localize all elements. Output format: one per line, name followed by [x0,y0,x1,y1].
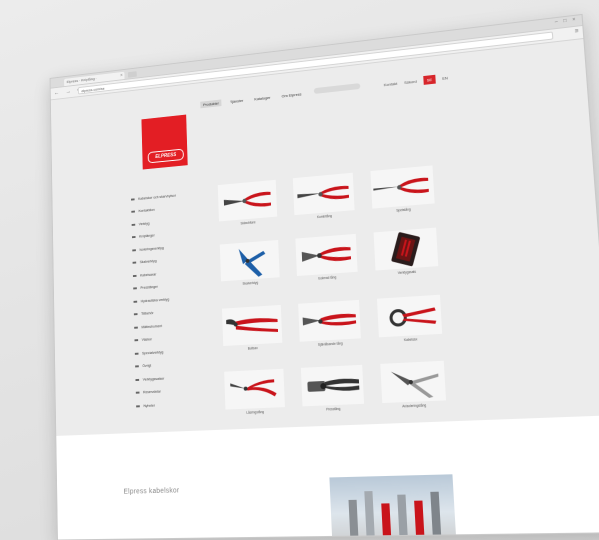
product-card[interactable]: Spetstång [370,165,435,220]
search-link[interactable]: Sökord [404,79,417,85]
bullet-icon [131,210,136,214]
product-card[interactable]: Låsringstång [224,368,286,422]
bullet-icon [134,338,139,342]
top-navigation: Produkter Tjänster Kataloger Om Elpress [200,90,305,109]
logo-text: ELPRESS [147,148,184,164]
bullet-icon [134,325,139,329]
pliers-image [370,165,435,209]
sidebar-item[interactable]: Nyheter [136,395,233,413]
browser-window: Elpress · Kniptång · × – □ × ← → ⟳ elpre… [49,13,599,540]
new-tab-button[interactable] [127,71,137,78]
pliers-image [295,233,358,277]
product-caption[interactable]: Avisoleringstång [382,402,446,409]
tool-case-image [373,227,439,271]
product-card[interactable]: Kabelsax [376,294,443,350]
lower-section: Elpress kabelskor [56,415,599,540]
wire-stripper-image [219,239,280,282]
locking-pliers-image [298,299,361,342]
product-card[interactable]: Avisoleringstång [380,360,447,416]
bullet-icon [132,274,138,278]
bolt-cutter-image [221,304,283,347]
bullet-icon [131,222,137,226]
product-card[interactable]: Presstång [300,364,365,419]
bullet-icon [133,299,139,303]
search-input[interactable] [313,83,361,94]
nav-item-products[interactable]: Produkter [200,99,222,109]
bullet-icon [133,287,138,291]
product-caption[interactable]: Självlåsande tång [300,340,361,347]
product-caption[interactable]: Bultsax [223,345,282,352]
product-card[interactable]: Isolerad tång [295,233,358,288]
product-card[interactable]: Bultsax [221,304,283,358]
bullet-icon [134,351,140,355]
bullet-icon [135,391,141,395]
product-card[interactable]: Självlåsande tång [298,299,361,354]
nav-item-about[interactable]: Om Elpress [279,90,305,99]
nav-item-services[interactable]: Tjänster [227,97,246,106]
bullet-icon [135,365,140,369]
top-right-links: Kontakt Sökord SE EN [384,73,449,89]
stripping-pliers-image [380,360,447,404]
pliers-image [292,172,355,216]
product-grid: Sidavbitare Kombitång Spetstång Skalverk… [217,165,447,415]
crimping-tool-image [300,364,365,407]
section-title: Elpress kabelskor [123,487,180,496]
nav-item-catalogs[interactable]: Kataloger [251,94,273,103]
web-page: Produkter Tjänster Kataloger Om Elpress … [50,39,599,540]
bullet-icon [131,235,137,239]
product-card[interactable]: Verktygssats [373,227,439,283]
product-caption[interactable]: Kabelsax [379,336,443,344]
menu-icon[interactable]: ≡ [574,29,578,35]
close-icon[interactable]: × [120,72,123,80]
lang-active-button[interactable]: SE [423,74,436,85]
sidebar: Kabelskor och skarvhylsor Kontaktdon Ver… [131,184,233,412]
product-caption[interactable]: Låsringstång [226,409,286,415]
lang-other-button[interactable]: EN [442,75,448,81]
cable-cutter-image [376,294,443,338]
bullet-icon [132,261,138,265]
terminals-photo [329,474,457,540]
product-card[interactable]: Sidavbitare [217,179,278,233]
contact-link[interactable]: Kontakt [384,81,398,87]
bullet-icon [132,248,137,252]
bullet-icon [131,197,136,201]
window-controls[interactable]: – □ × [555,17,578,26]
pliers-image [217,179,278,222]
bullet-icon [136,404,141,408]
circlip-pliers-image [224,368,285,410]
product-caption[interactable]: Presstång [303,406,365,413]
product-card[interactable]: Skalverktyg [219,239,280,293]
bullet-icon [133,312,139,316]
product-card[interactable]: Kombitång [292,172,355,227]
logo[interactable]: ELPRESS [141,114,188,170]
bullet-icon [135,378,140,382]
